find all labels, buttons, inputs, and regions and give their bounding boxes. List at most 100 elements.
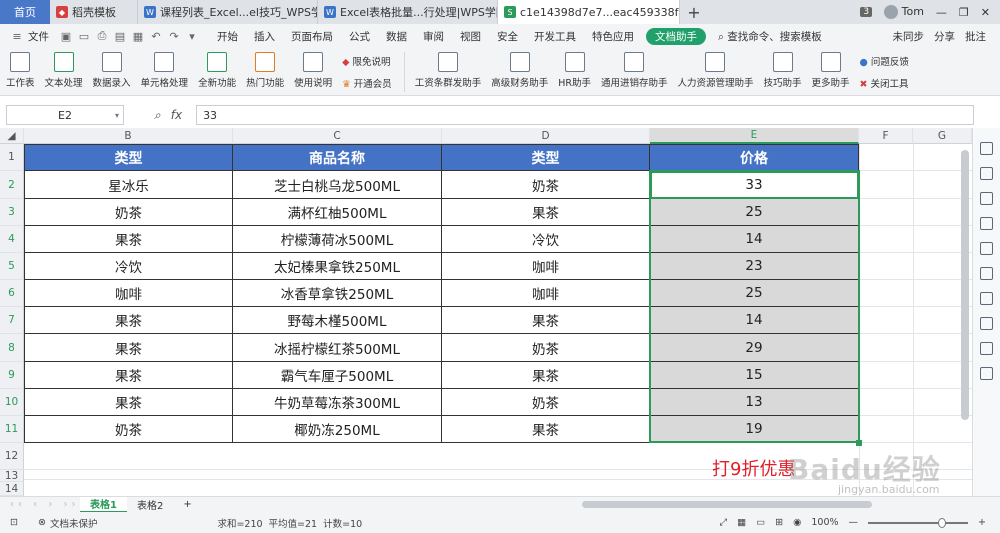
- name-box[interactable]: E2 ▾: [6, 105, 124, 125]
- row-header[interactable]: 8: [0, 334, 24, 362]
- table-cell[interactable]: 奶茶: [442, 389, 650, 416]
- menu-data[interactable]: 数据: [378, 29, 415, 44]
- ribbon-text-processing[interactable]: 文本处理: [45, 52, 83, 89]
- zoom-in-icon[interactable]: +: [978, 517, 986, 528]
- settings-icon[interactable]: [980, 342, 993, 355]
- table-cell[interactable]: 太妃榛果拿铁250ML: [233, 253, 442, 280]
- chart-icon[interactable]: [980, 242, 993, 255]
- comment-button[interactable]: 批注: [965, 29, 986, 44]
- table-cell[interactable]: 柠檬薄荷冰500ML: [233, 226, 442, 253]
- table-cell[interactable]: 咖啡: [442, 253, 650, 280]
- format-painter-icon[interactable]: ▦: [129, 30, 147, 43]
- table-style-icon[interactable]: [980, 217, 993, 230]
- col-header-f[interactable]: F: [859, 128, 913, 144]
- table-cell[interactable]: 奶茶: [24, 199, 233, 226]
- price-cell[interactable]: 14: [650, 307, 859, 334]
- fullscreen-icon[interactable]: ⤢: [720, 517, 728, 528]
- table-cell[interactable]: 果茶: [24, 334, 233, 362]
- table-cell[interactable]: 冷饮: [442, 226, 650, 253]
- ribbon-cell-processing[interactable]: 单元格处理: [141, 52, 188, 89]
- save-icon[interactable]: ▣: [57, 30, 75, 43]
- ribbon-inventory-assistant[interactable]: 通用进销存助手: [601, 52, 667, 89]
- menu-file[interactable]: 文件: [26, 29, 57, 44]
- menu-insert[interactable]: 插入: [246, 29, 283, 44]
- preview-icon[interactable]: ▤: [111, 30, 129, 43]
- formula-input[interactable]: 33: [196, 105, 974, 125]
- table-cell[interactable]: 野莓木槿500ML: [233, 307, 442, 334]
- table-cell[interactable]: 冰摇柠檬红茶500ML: [233, 334, 442, 362]
- price-cell[interactable]: 14: [650, 226, 859, 253]
- table-cell[interactable]: 果茶: [24, 307, 233, 334]
- col-header-d[interactable]: D: [442, 128, 650, 144]
- maximize-icon[interactable]: ❐: [959, 6, 969, 19]
- ribbon-hr-management-assistant[interactable]: 人力资源管理助手: [677, 52, 754, 89]
- row-header[interactable]: 14: [0, 482, 24, 496]
- row-header[interactable]: 10: [0, 389, 24, 416]
- table-cell[interactable]: 奶茶: [24, 416, 233, 443]
- doc-tab-daoke[interactable]: ◆ 稻壳模板: [50, 0, 138, 24]
- print-icon[interactable]: ⎙: [93, 29, 111, 43]
- price-cell[interactable]: 25: [650, 199, 859, 226]
- normal-view-icon[interactable]: ▦: [737, 517, 746, 528]
- redo-icon[interactable]: ↷: [165, 30, 183, 43]
- ribbon-more-assistants[interactable]: 更多助手: [812, 52, 850, 89]
- table-cell[interactable]: 果茶: [24, 226, 233, 253]
- backup-icon[interactable]: [980, 267, 993, 280]
- add-sheet-button[interactable]: +: [173, 497, 201, 513]
- row-header[interactable]: 2: [0, 171, 24, 199]
- ribbon-data-entry[interactable]: 数据录入: [93, 52, 131, 89]
- menu-security[interactable]: 安全: [489, 29, 526, 44]
- menu-page-layout[interactable]: 页面布局: [283, 29, 341, 44]
- table-cell[interactable]: 冷饮: [24, 253, 233, 280]
- ribbon-instructions[interactable]: 使用说明: [294, 52, 332, 89]
- table-cell[interactable]: 冰香草拿铁250ML: [233, 280, 442, 307]
- table-cell[interactable]: 霸气车厘子500ML: [233, 362, 442, 389]
- membership-link[interactable]: ♛ 开通会员: [342, 76, 392, 90]
- new-tab-button[interactable]: +: [680, 0, 708, 24]
- table-cell[interactable]: 满杯红柚500ML: [233, 199, 442, 226]
- zoom-icon[interactable]: ⌕: [154, 108, 161, 123]
- fill-handle[interactable]: [856, 440, 862, 446]
- table-cell[interactable]: 咖啡: [24, 280, 233, 307]
- zoom-slider[interactable]: [868, 517, 969, 528]
- menu-view[interactable]: 视图: [452, 29, 489, 44]
- table-cell[interactable]: 果茶: [442, 362, 650, 389]
- zoom-level[interactable]: 100%: [811, 517, 838, 528]
- table-header-cell[interactable]: 商品名称: [233, 144, 442, 171]
- price-cell[interactable]: 33: [650, 171, 859, 199]
- protect-status[interactable]: ⊗ 文档未保护: [38, 516, 97, 530]
- table-cell[interactable]: 果茶: [442, 307, 650, 334]
- eye-icon[interactable]: ◉: [793, 517, 801, 528]
- spreadsheet-grid[interactable]: ◢ B C D E F G 1 2 3 4 5 6 7 8 9 10 11 12 13 14 类型 商品名称类…: [0, 128, 972, 496]
- col-header-c[interactable]: C: [233, 128, 442, 144]
- user-area[interactable]: Tom: [884, 5, 924, 19]
- select-all-corner[interactable]: ◢: [0, 128, 24, 144]
- command-search[interactable]: ⌕ 查找命令、搜索模板: [710, 29, 830, 44]
- doc-tab-spreadsheet[interactable]: S c1e14398d7e7...eac459338f36 ●: [498, 0, 680, 24]
- row-header[interactable]: 11: [0, 416, 24, 443]
- menu-featured[interactable]: 特色应用: [584, 29, 642, 44]
- ribbon-tips-assistant[interactable]: 技巧助手: [764, 52, 802, 89]
- help-icon[interactable]: [980, 367, 993, 380]
- menu-review[interactable]: 审阅: [415, 29, 452, 44]
- tools-icon[interactable]: [980, 317, 993, 330]
- table-cell[interactable]: 果茶: [442, 416, 650, 443]
- price-cell[interactable]: 23: [650, 253, 859, 280]
- price-cell[interactable]: 25: [650, 280, 859, 307]
- sheet-nav-arrows[interactable]: ‹‹ ‹ › ››: [0, 499, 80, 510]
- free-limit-link[interactable]: ◆ 限免说明: [342, 54, 392, 68]
- price-cell[interactable]: 15: [650, 362, 859, 389]
- undo-icon[interactable]: ↶: [147, 30, 165, 43]
- sheet-tab-1[interactable]: 表格1: [80, 496, 127, 513]
- row-header[interactable]: 9: [0, 362, 24, 389]
- ribbon-payroll-assistant[interactable]: 工资条群发助手: [415, 52, 481, 89]
- row-header[interactable]: 3: [0, 199, 24, 226]
- ribbon-hr-assistant[interactable]: HR助手: [558, 52, 591, 89]
- menu-doc-assistant[interactable]: 文档助手: [646, 27, 706, 45]
- row-header[interactable]: 13: [0, 470, 24, 482]
- sync-status[interactable]: 未同步: [893, 29, 925, 44]
- table-cell[interactable]: 果茶: [442, 199, 650, 226]
- status-grid-icon[interactable]: ⊡: [10, 517, 18, 528]
- table-cell[interactable]: 芝士白桃乌龙500ML: [233, 171, 442, 199]
- table-header-cell[interactable]: 价格: [650, 144, 859, 171]
